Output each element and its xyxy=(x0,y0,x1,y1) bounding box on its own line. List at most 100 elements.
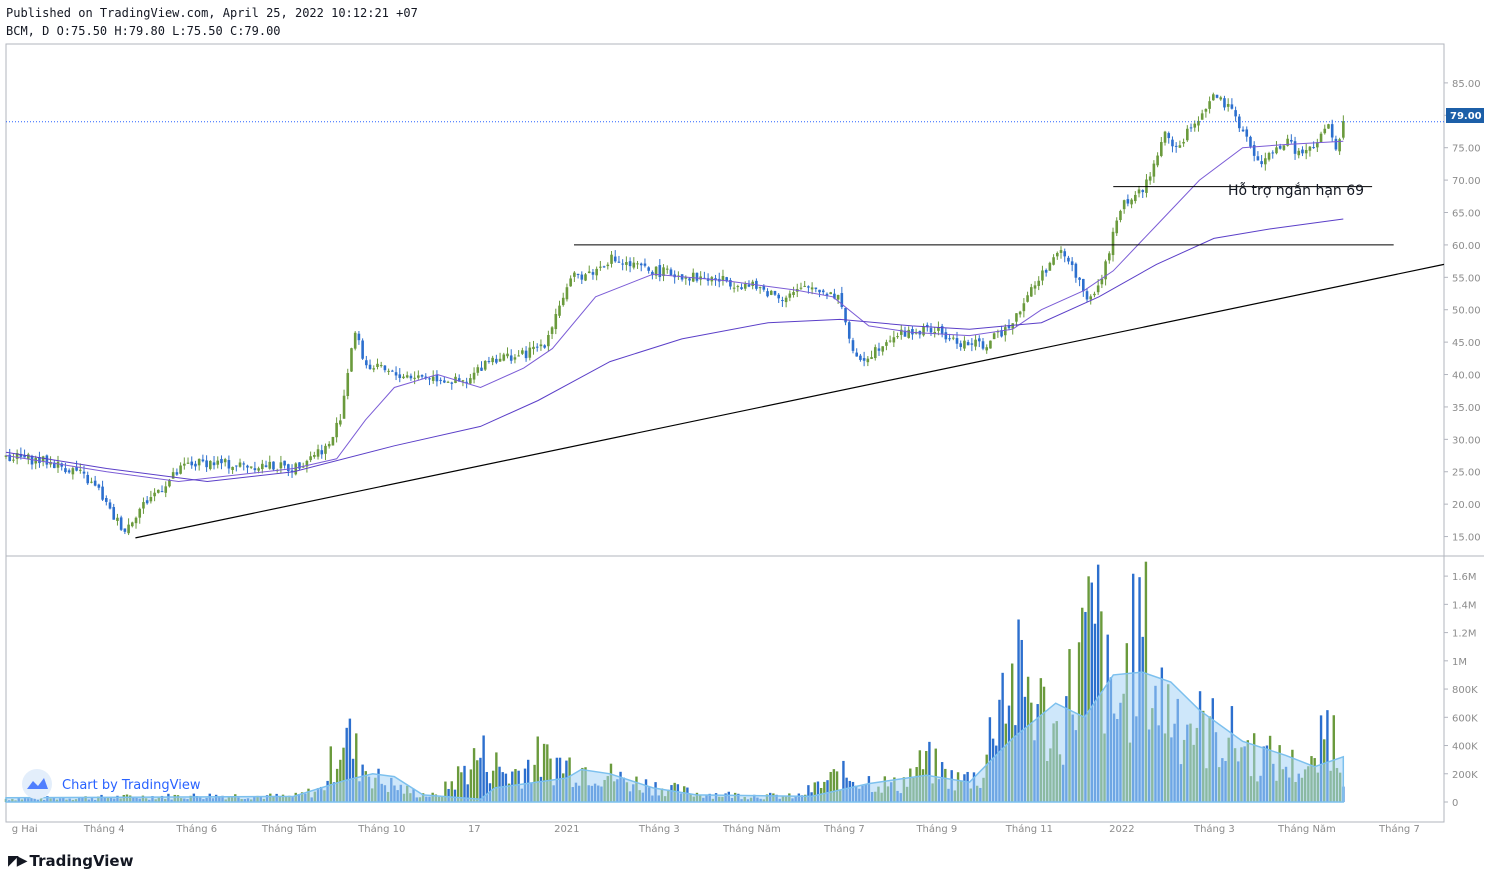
candle-body xyxy=(238,462,242,467)
price-tick-label: 45.00 xyxy=(1452,338,1481,349)
candle-body xyxy=(1063,251,1067,257)
candle-body xyxy=(524,350,528,359)
candle-body xyxy=(628,261,632,267)
candle-body xyxy=(1330,124,1334,138)
volume-bar xyxy=(469,769,473,802)
time-tick-label: Tháng 10 xyxy=(357,823,405,835)
candle-body xyxy=(561,297,565,306)
price-tick-label: 85.00 xyxy=(1452,79,1481,90)
candle-body xyxy=(157,489,160,493)
candle-body xyxy=(807,286,810,288)
candle-body xyxy=(227,460,231,469)
price-tick-label: 35.00 xyxy=(1452,403,1481,414)
candle-body xyxy=(509,355,513,361)
candle-body xyxy=(97,484,101,488)
time-tick-label: Tháng Tám xyxy=(261,823,317,835)
candle-body xyxy=(766,291,769,297)
candle-body xyxy=(413,377,416,379)
candle-body xyxy=(1070,261,1074,265)
candle-body xyxy=(272,461,275,470)
candle-body xyxy=(257,468,260,471)
candle-body xyxy=(836,294,840,300)
candle-body xyxy=(535,346,539,348)
volume-ma-area xyxy=(5,671,1345,803)
candle-body xyxy=(1011,323,1015,329)
volume-tick-label: 0 xyxy=(1452,798,1458,809)
price-tick-label: 65.00 xyxy=(1452,209,1481,220)
footer-brand[interactable]: ◤▶ TradingView xyxy=(8,852,133,870)
candle-body xyxy=(179,465,182,474)
candle-body xyxy=(309,456,312,461)
candle-body xyxy=(461,380,465,382)
time-tick-label: Tháng 7 xyxy=(823,823,865,835)
candle-body xyxy=(372,368,376,370)
candle-body xyxy=(231,466,234,471)
candle-body xyxy=(105,498,108,502)
candle-body xyxy=(1115,220,1119,234)
volume-bar xyxy=(472,748,476,802)
candle-body xyxy=(1215,94,1219,98)
candle-body xyxy=(209,460,212,469)
candle-body xyxy=(127,524,130,534)
candle-body xyxy=(959,343,963,347)
candle-body xyxy=(287,464,290,472)
candle-body xyxy=(773,290,777,295)
candle-body xyxy=(446,381,450,383)
volume-tick-label: 1.4M xyxy=(1452,600,1477,611)
candle-body xyxy=(888,340,892,342)
candle-body xyxy=(506,353,509,357)
tradingview-watermark[interactable]: Chart by TradingView xyxy=(22,769,201,799)
candle-body xyxy=(591,272,595,275)
candle-body xyxy=(777,294,780,299)
candle-body xyxy=(335,422,338,438)
candle-body xyxy=(1312,147,1315,149)
candle-body xyxy=(821,290,825,293)
candle-body xyxy=(1141,190,1145,193)
candle-body xyxy=(925,324,929,327)
candle-body xyxy=(331,436,335,446)
candle-body xyxy=(498,358,502,362)
candle-body xyxy=(112,507,116,520)
candle-body xyxy=(64,468,67,473)
candle-body xyxy=(71,468,75,475)
candle-body xyxy=(1074,263,1078,278)
candle-body xyxy=(145,500,149,504)
candle-body xyxy=(249,466,253,468)
candle-body xyxy=(220,458,223,464)
candle-body xyxy=(576,273,580,276)
price-volume-chart[interactable]: 85.0080.0075.0070.0065.0060.0055.0050.00… xyxy=(0,0,1490,878)
candle-body xyxy=(543,345,546,348)
time-tick-label: Tháng Năm xyxy=(722,823,781,835)
candle-body xyxy=(1319,133,1323,143)
candle-body xyxy=(1067,257,1070,262)
candle-body xyxy=(613,256,617,262)
time-tick-label: 2022 xyxy=(1109,824,1134,835)
candle-body xyxy=(1282,145,1286,150)
candle-body xyxy=(870,357,873,359)
candle-body xyxy=(361,340,364,359)
candle-body xyxy=(379,365,383,367)
candle-body xyxy=(242,463,246,465)
candle-body xyxy=(587,271,591,274)
candle-body xyxy=(194,463,197,467)
candle-body xyxy=(502,354,506,361)
price-tick-label: 40.00 xyxy=(1452,371,1481,382)
candle-body xyxy=(313,455,316,457)
price-pane xyxy=(4,92,1345,536)
candle-body xyxy=(116,517,119,521)
candle-body xyxy=(1152,163,1156,177)
candle-body xyxy=(732,287,736,289)
candle-body xyxy=(294,463,298,475)
candle-body xyxy=(394,372,398,376)
candle-body xyxy=(1119,210,1122,221)
volume-tick-label: 1M xyxy=(1452,657,1467,668)
candle-body xyxy=(599,266,602,268)
candle-body xyxy=(513,357,517,360)
candle-body xyxy=(625,262,628,265)
candle-body xyxy=(82,471,86,474)
candle-body xyxy=(1026,295,1029,302)
candle-body xyxy=(981,341,985,349)
candle-body xyxy=(814,287,818,290)
candle-body xyxy=(365,360,368,366)
candle-body xyxy=(1111,231,1115,256)
